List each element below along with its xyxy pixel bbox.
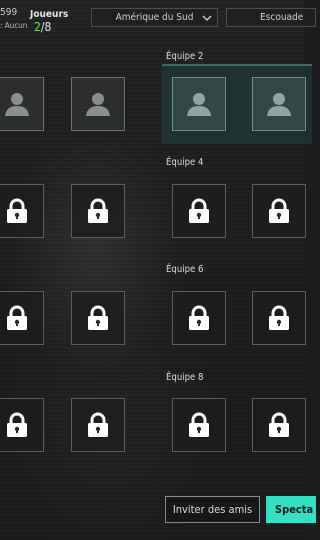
team-label-6: Équipe 6	[166, 264, 204, 275]
spectate-button[interactable]: Specta	[266, 496, 316, 523]
stat-label: : Aucun	[0, 21, 28, 30]
slot-locked[interactable]	[252, 291, 306, 345]
slot-empty[interactable]	[0, 77, 44, 131]
slot-empty[interactable]	[71, 77, 125, 131]
invite-friends-button[interactable]: Inviter des amis	[165, 496, 260, 523]
slot-locked[interactable]	[71, 291, 125, 345]
players-count: 2/8	[34, 20, 51, 34]
lock-icon	[269, 305, 289, 330]
region-dropdown[interactable]: Amérique du Sud	[91, 8, 218, 27]
slot-locked[interactable]	[0, 184, 44, 238]
slot-locked[interactable]	[252, 184, 306, 238]
person-silhouette-icon	[5, 93, 29, 116]
players-current: 2	[34, 20, 41, 34]
slot-locked[interactable]	[252, 398, 306, 452]
mode-value: Escouade	[260, 12, 304, 23]
lock-icon	[269, 198, 289, 223]
chevron-down-icon	[202, 15, 212, 21]
lock-icon	[88, 305, 108, 330]
lock-icon	[88, 198, 108, 223]
slot-locked[interactable]	[71, 184, 125, 238]
slot-locked[interactable]	[71, 398, 125, 452]
team-label-2: Équipe 2	[166, 51, 204, 62]
slot-locked[interactable]	[172, 398, 226, 452]
person-silhouette-icon	[86, 93, 110, 116]
region-value: Amérique du Sud	[115, 12, 194, 23]
lock-icon	[189, 412, 209, 437]
team-label-4: Équipe 4	[166, 157, 204, 168]
lock-icon	[7, 412, 27, 437]
person-silhouette-icon	[187, 93, 211, 116]
top-bar: 599 : Aucun Joueurs 2/8 Amérique du Sud …	[0, 0, 316, 36]
lock-icon	[7, 305, 27, 330]
players-total: /8	[40, 20, 52, 34]
slot-locked[interactable]	[0, 398, 44, 452]
lock-icon	[7, 198, 27, 223]
slot-locked[interactable]	[0, 291, 44, 345]
mode-dropdown[interactable]: Escouade	[226, 8, 316, 27]
lock-icon	[88, 412, 108, 437]
slot-locked[interactable]	[172, 291, 226, 345]
players-label: Joueurs	[30, 9, 69, 20]
slot-empty[interactable]	[172, 77, 226, 131]
lock-icon	[269, 412, 289, 437]
person-silhouette-icon	[267, 93, 291, 116]
lock-icon	[189, 198, 209, 223]
team-label-8: Équipe 8	[166, 372, 204, 383]
slot-locked[interactable]	[172, 184, 226, 238]
lock-icon	[189, 305, 209, 330]
stat-value: 599	[0, 7, 18, 18]
slot-empty[interactable]	[252, 77, 306, 131]
